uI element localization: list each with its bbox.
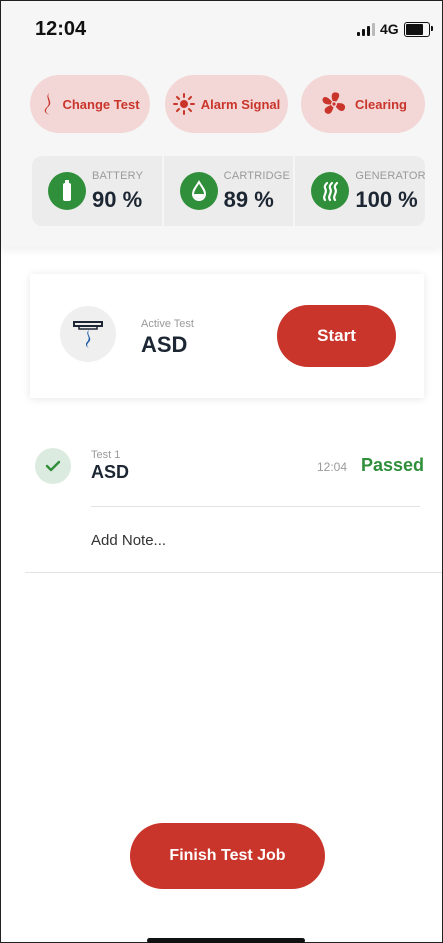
test-time: 12:04 <box>317 460 348 474</box>
change-test-label: Change Test <box>62 96 140 112</box>
finish-test-job-button[interactable]: Finish Test Job <box>130 823 325 889</box>
smoke-icon <box>311 172 350 210</box>
alarm-light-icon <box>172 93 195 115</box>
device-stats: BATTERY 90 % CARTRIDGE 89 % GENERATOR 10… <box>32 156 426 226</box>
clearing-label: Clearing <box>354 96 407 112</box>
divider <box>91 506 420 507</box>
clearing-button[interactable]: Clearing <box>301 75 425 133</box>
battery-value: 90 % <box>92 187 143 212</box>
test-name: ASD <box>91 462 130 482</box>
signal-icon <box>357 22 375 36</box>
cartridge-label: CARTRIDGE <box>223 170 291 182</box>
active-test-caption: Active Test <box>141 318 194 330</box>
generator-label: GENERATOR <box>355 170 426 182</box>
generator-stat: GENERATOR 100 % <box>295 156 426 226</box>
home-indicator <box>147 938 305 943</box>
cartridge-stat: CARTRIDGE 89 % <box>164 156 296 226</box>
active-test-name: ASD <box>141 332 188 357</box>
fan-icon <box>319 90 349 118</box>
active-test-card: Active Test ASD Start <box>30 274 424 398</box>
status-time: 12:04 <box>35 18 87 40</box>
status-icons: 4G <box>357 21 433 37</box>
battery-label: BATTERY <box>92 170 144 182</box>
battery-status-icon <box>403 21 433 37</box>
header-panel: 12:04 4G Change Test Alarm Signal Cleari… <box>1 1 442 247</box>
start-button[interactable]: Start <box>277 305 396 367</box>
check-icon <box>35 448 71 484</box>
test-caption: Test 1 <box>91 449 121 461</box>
battery-stat: BATTERY 90 % <box>32 156 164 226</box>
battery-icon <box>48 172 86 210</box>
cartridge-value: 89 % <box>223 187 274 212</box>
network-type: 4G <box>380 21 399 37</box>
change-test-button[interactable]: Change Test <box>30 75 150 133</box>
test-status: Passed <box>361 455 425 475</box>
generator-value: 100 % <box>355 187 418 212</box>
flame-icon <box>40 92 56 116</box>
alarm-signal-button[interactable]: Alarm Signal <box>165 75 288 133</box>
divider <box>25 572 442 573</box>
alarm-signal-label: Alarm Signal <box>200 96 281 112</box>
detector-icon <box>60 306 116 362</box>
drop-icon <box>179 172 218 210</box>
add-note-field[interactable]: Add Note... <box>91 532 166 549</box>
